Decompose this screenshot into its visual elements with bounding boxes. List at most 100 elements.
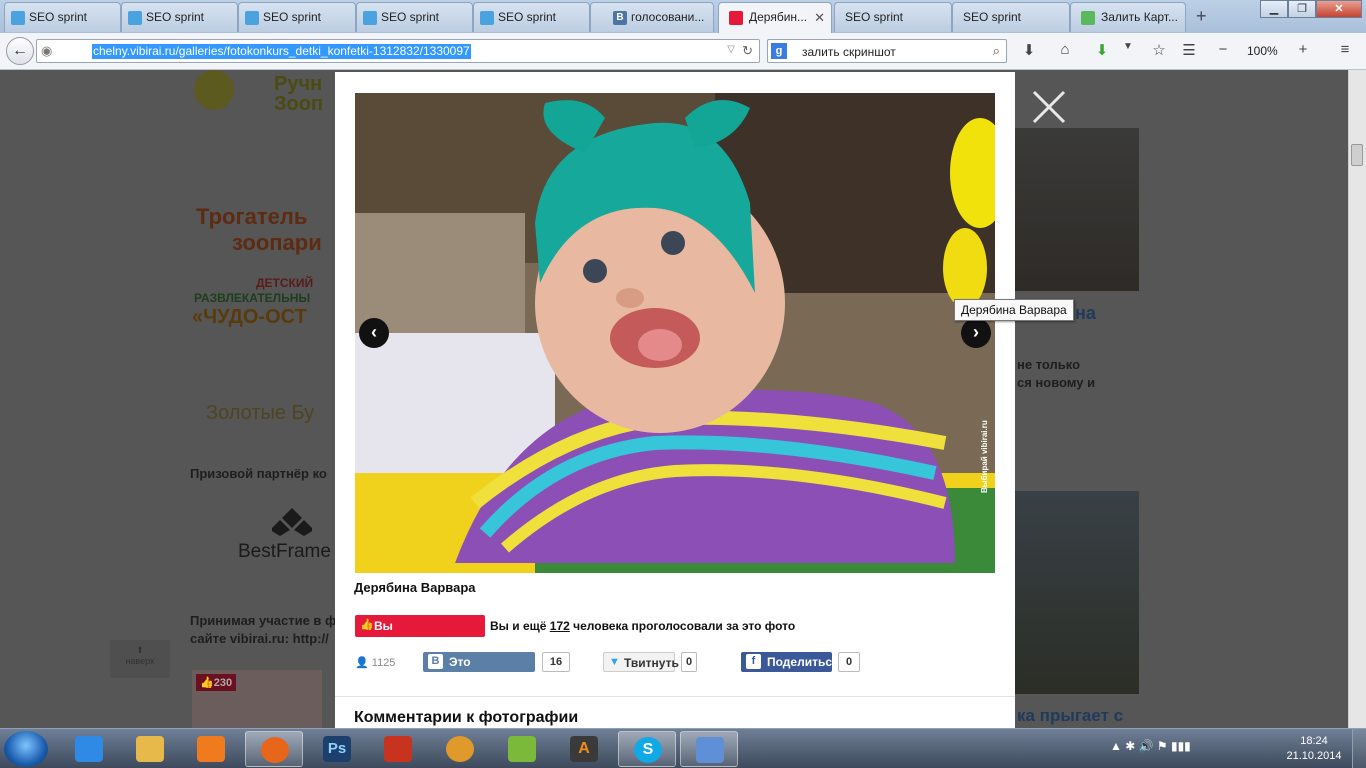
tab-seo-sprint-3[interactable]: SEO sprint <box>238 2 356 32</box>
taskbar-app-skype[interactable]: S <box>618 731 676 767</box>
seo-sprint-favicon-icon <box>128 11 142 25</box>
bestframe-text: BestFrame <box>238 541 331 562</box>
menu-icon[interactable]: ≡ <box>1335 41 1355 58</box>
vk-share-count: 16 <box>542 652 570 672</box>
taskbar-app-filezilla[interactable] <box>369 731 427 767</box>
sponsor-text: Трогатель <box>196 204 308 229</box>
tab-label: SEO sprint <box>146 10 205 24</box>
search-input[interactable]: залить скриншот <box>802 45 896 59</box>
arrow-up-icon: ⬆ <box>136 645 144 655</box>
person-icon: 👤 <box>355 657 369 669</box>
close-tab-icon[interactable]: ✕ <box>814 10 825 26</box>
minimize-button[interactable]: ▁ <box>1260 0 1288 18</box>
taskbar: Ps A S ▲ ✱ 🔊 ⚑ ▮▮▮ 18:24 21.10.2014 <box>0 728 1366 768</box>
google-icon[interactable]: g <box>771 43 787 59</box>
tab-vk-voting[interactable]: Bголосовани... <box>590 2 714 32</box>
taskbar-app-aimp[interactable]: A <box>555 731 613 767</box>
internet-explorer-icon <box>75 736 103 762</box>
tab-seo-sprint-4[interactable]: SEO sprint <box>356 2 473 32</box>
screen: SEO sprint SEO sprint SEO sprint SEO spr… <box>0 0 1366 768</box>
article-heading[interactable]: на <box>1075 303 1096 324</box>
sponsor-text: ДЕТСКИЙ <box>256 276 314 290</box>
zoom-in-icon[interactable]: + <box>1293 41 1313 58</box>
sponsor-logo-petting-zoo: Ручн Зооп <box>192 70 332 118</box>
thumbnail-image[interactable] <box>1015 128 1139 291</box>
close-window-button[interactable]: ✕ <box>1316 0 1362 18</box>
contest-photo[interactable]: Выбирай vibirai.ru <box>355 93 995 573</box>
twitter-share-button[interactable]: ▼ Твитнуть <box>603 652 679 672</box>
clock[interactable]: 18:24 21.10.2014 <box>1282 734 1346 764</box>
zoom-level[interactable]: 100% <box>1247 44 1278 58</box>
comments-heading: Комментарии к фотографии <box>354 709 579 726</box>
taskbar-app-media-player[interactable] <box>182 731 240 767</box>
globe-icon: ◉ <box>41 43 53 58</box>
back-to-top-button[interactable]: ⬆ наверх <box>110 640 170 678</box>
taskbar-app-internet-explorer[interactable] <box>60 731 118 767</box>
view-count: 👤 1125 <box>355 656 395 669</box>
taskbar-app-media[interactable] <box>431 731 489 767</box>
participation-text: сайте vibirai.ru: http:// <box>190 631 329 646</box>
url-text[interactable]: chelny.vibirai.ru/galleries/fotokonkurs_… <box>92 44 471 59</box>
taskbar-app-utorrent[interactable] <box>493 731 551 767</box>
facebook-share-button[interactable]: f Поделиться <box>741 652 839 672</box>
taskbar-app-photoshop[interactable]: Ps <box>308 731 366 767</box>
scrollbar-thumb[interactable] <box>1351 144 1363 166</box>
vote-summary: Вы и ещё 172 человека проголосовали за э… <box>490 619 795 633</box>
vk-share-button[interactable]: B Это интересно <box>423 652 535 683</box>
tab-seo-sprint-5[interactable]: SEO sprint <box>473 2 590 32</box>
view-count-value: 1125 <box>371 657 396 669</box>
download-icon[interactable]: ⬇ <box>1019 41 1039 59</box>
bookmarks-list-icon[interactable]: ☰ <box>1179 41 1199 59</box>
home-icon[interactable]: ⌂ <box>1055 41 1075 58</box>
thumbnail-image[interactable] <box>1015 491 1139 694</box>
tab-label: Дерябин... <box>749 10 808 24</box>
partner-label: Призовой партнёр ко <box>190 466 327 481</box>
bookmark-star-icon[interactable]: ☆ <box>1149 41 1169 59</box>
vk-favicon-icon: B <box>613 11 627 25</box>
show-desktop-button[interactable] <box>1352 729 1366 768</box>
firefox-icon <box>261 737 289 763</box>
tab-seo-sprint-1[interactable]: SEO sprint <box>4 2 121 32</box>
likes-count: 230 <box>213 677 233 689</box>
previous-photo-button[interactable]: ‹ <box>359 318 389 348</box>
seo-sprint-favicon-icon <box>480 11 494 25</box>
tab-upload-image[interactable]: Залить Карт... <box>1070 2 1186 32</box>
dropdown-arrow-icon[interactable]: ▽ <box>727 44 735 55</box>
tab-label: SEO sprint <box>381 10 440 24</box>
like-icon: 👍 <box>200 677 214 689</box>
voted-button[interactable]: 👍 Вы проголосовали <box>355 615 485 647</box>
article-heading[interactable]: ка прыгает с <box>1017 706 1123 726</box>
search-box[interactable]: g залить скриншот ⌕ <box>767 39 1007 63</box>
zoom-out-icon[interactable]: − <box>1213 41 1233 58</box>
article-text: не только <box>1017 357 1081 372</box>
taskbar-app-firefox[interactable] <box>245 731 303 767</box>
media-app-icon <box>446 736 474 762</box>
taskbar-app-paint[interactable] <box>680 731 738 767</box>
tab-label: SEO sprint <box>263 10 322 24</box>
vote-count-link[interactable]: 172 <box>550 619 570 633</box>
chevron-down-icon[interactable]: ▼ <box>1118 41 1138 52</box>
tooltip: Дерябина Варвара <box>954 299 1074 321</box>
maximize-button[interactable]: ❐ <box>1288 0 1316 18</box>
tab-active-deryabina[interactable]: Дерябин... ✕ <box>718 2 832 33</box>
back-button[interactable]: ← <box>6 37 34 65</box>
clock-date: 21.10.2014 <box>1286 750 1342 762</box>
tab-seo-sprint-7[interactable]: SEO sprint <box>952 2 1070 32</box>
vote-text-after: человека проголосовали за это фото <box>573 619 796 633</box>
article-text: ся новому и <box>1017 375 1096 390</box>
new-tab-button[interactable]: + <box>1196 6 1207 27</box>
address-bar[interactable]: ◉ chelny.vibirai.ru/galleries/fotokonkur… <box>36 39 760 63</box>
start-button-icon[interactable] <box>4 731 48 767</box>
participation-text: Принимая участие в ф <box>190 613 337 628</box>
tab-seo-sprint-6[interactable]: SEO sprint <box>834 2 952 32</box>
page-scrollbar[interactable] <box>1348 70 1366 728</box>
taskbar-app-windows-explorer[interactable] <box>121 731 179 767</box>
next-photo-button[interactable]: › <box>961 318 991 348</box>
system-tray[interactable]: ▲ ✱ 🔊 ⚑ ▮▮▮ <box>1110 739 1191 753</box>
extension-download-icon[interactable]: ⬇ <box>1092 41 1112 59</box>
reload-icon[interactable]: ↻ <box>742 43 753 59</box>
close-lightbox-icon[interactable] <box>1030 88 1068 126</box>
search-icon[interactable]: ⌕ <box>993 43 1000 59</box>
tab-seo-sprint-2[interactable]: SEO sprint <box>121 2 238 32</box>
vote-text-before: Вы и ещё <box>490 619 547 633</box>
